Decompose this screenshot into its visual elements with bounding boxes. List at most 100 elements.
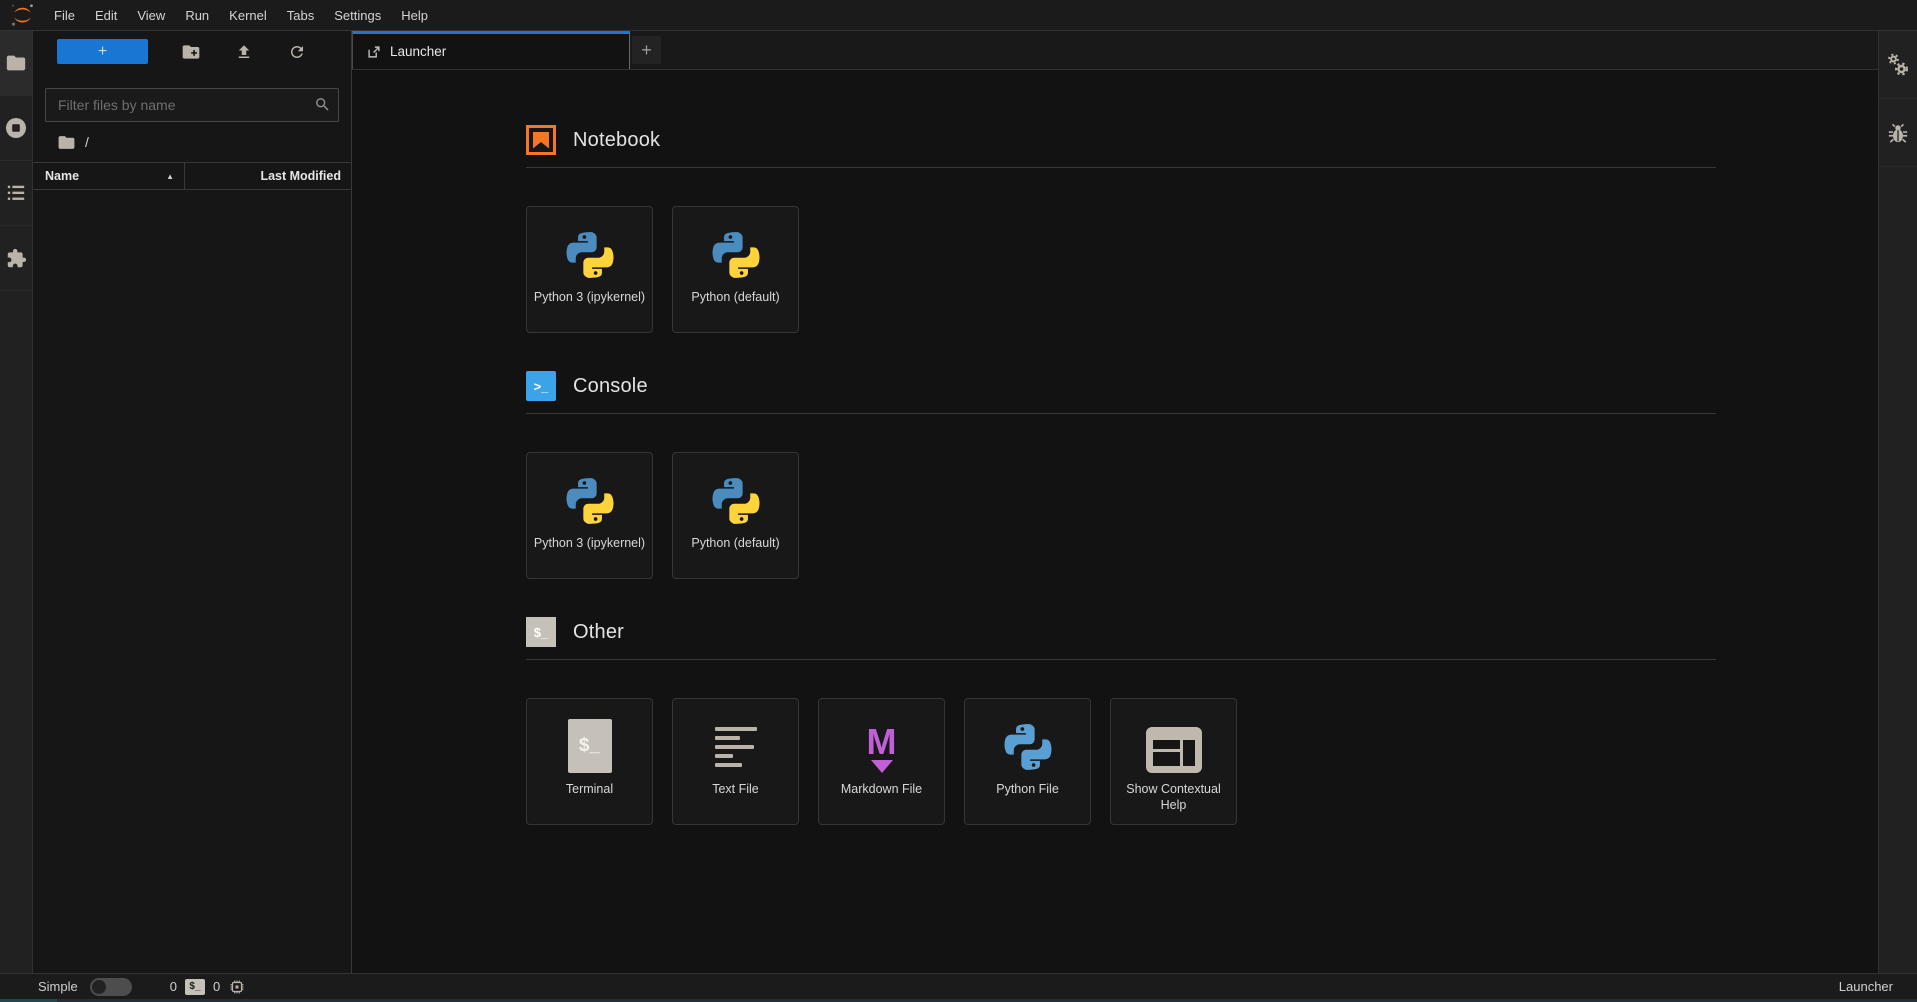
console-icon: >_ [526,371,556,401]
markdown-m-glyph: M [867,725,897,759]
new-folder-icon [181,42,201,62]
sidebar-tab-extensions[interactable] [0,226,32,291]
left-sidebar [0,31,33,973]
sidebar-tab-table-of-contents[interactable] [0,161,32,226]
menu-bar: File Edit View Run Kernel Tabs Settings … [0,0,1917,31]
simple-mode-control: Simple [38,978,132,996]
jupyterlab-window: File Edit View Run Kernel Tabs Settings … [0,0,1917,1002]
main-area: Launcher + Notebook [352,31,1878,973]
upload-icon [235,43,253,61]
launcher-card-text-file[interactable]: Text File [672,698,799,825]
launcher-card-show-contextual-help[interactable]: Show Contextual Help [1110,698,1237,825]
launcher-card-console-python-default[interactable]: Python (default) [672,452,799,579]
sidebar-tab-debugger[interactable] [1879,99,1917,167]
text-file-icon [715,699,757,773]
tab-bar: Launcher + [352,31,1878,70]
name-column-label: Name [45,169,79,183]
current-activity-label: Launcher [1839,979,1893,994]
card-row: Python 3 (ipykernel) Python (default) [526,452,1716,579]
kernel-status-counts[interactable]: 0 $_ 0 [170,978,246,996]
folder-icon [5,52,27,74]
contextual-help-icon [1146,699,1202,773]
card-label: Python (default) [685,535,785,551]
file-browser-toolbar: + [33,31,351,72]
launcher-card-python-file[interactable]: Python File [964,698,1091,825]
menu-run[interactable]: Run [175,0,219,31]
new-folder-button[interactable] [181,42,201,62]
launcher-card-markdown-file[interactable]: M Markdown File [818,698,945,825]
card-label: Terminal [560,781,619,797]
file-listing-empty[interactable] [33,190,351,973]
launcher-card-terminal[interactable]: $_ Terminal [526,698,653,825]
python-logo-icon [710,453,762,527]
section-header-console: >_ Console [526,371,1716,414]
launcher-section-other: $_ Other $_ Terminal [526,617,1716,825]
card-label: Python 3 (ipykernel) [528,535,651,551]
menu-settings[interactable]: Settings [324,0,391,31]
new-tab-button[interactable]: + [632,36,661,64]
terminal-glyph: $_ [579,735,600,757]
launcher-card-console-python3[interactable]: Python 3 (ipykernel) [526,452,653,579]
section-title: Console [573,375,648,398]
new-launcher-button[interactable]: + [57,39,148,64]
menu-view[interactable]: View [127,0,175,31]
terminal-glyph: $_ [534,625,548,640]
launcher-card-notebook-python-default[interactable]: Python (default) [672,206,799,333]
file-list-header: Name ▲ Last Modified [33,162,351,190]
launcher-panel: Notebook Python 3 (ipykernel) [352,70,1878,973]
terminal-icon: $_ [568,699,612,773]
sidebar-tab-file-browser[interactable] [0,31,32,96]
simple-mode-toggle[interactable] [90,978,132,996]
menu-tabs[interactable]: Tabs [277,0,324,31]
section-header-other: $_ Other [526,617,1716,660]
gears-icon [1886,51,1911,78]
column-header-name[interactable]: Name ▲ [33,163,185,189]
search-icon [314,96,331,113]
card-row: $_ Terminal Text File [526,698,1716,825]
section-title: Notebook [573,129,660,152]
card-label: Python (default) [685,289,785,305]
markdown-arrow [871,760,893,773]
card-row: Python 3 (ipykernel) Python (default) [526,206,1716,333]
console-glyph: >_ [534,379,549,394]
menu-edit[interactable]: Edit [85,0,127,31]
refresh-button[interactable] [287,42,307,62]
card-label: Python 3 (ipykernel) [528,289,651,305]
markdown-icon: M [867,699,897,773]
menu-help[interactable]: Help [391,0,438,31]
launcher-icon [366,44,382,60]
python-file-icon [1002,699,1054,773]
launcher-section-console: >_ Console Pyth [526,371,1716,579]
notebook-icon [526,125,556,155]
menu-file[interactable]: File [44,0,85,31]
upload-button[interactable] [234,42,254,62]
tab-launcher[interactable]: Launcher [352,31,630,69]
sidebar-tab-property-inspector[interactable] [1879,31,1917,99]
sidebar-tab-running-kernels[interactable] [0,96,32,161]
card-label: Python File [990,781,1065,797]
terminal-icon: $_ [526,617,556,647]
tab-launcher-label: Launcher [390,44,446,59]
launcher-section-notebook: Notebook Python 3 (ipykernel) [526,125,1716,333]
python-logo-icon [710,207,762,281]
simple-mode-label: Simple [38,979,78,994]
menu-kernel[interactable]: Kernel [219,0,277,31]
toggle-knob [92,980,106,994]
puzzle-icon [6,248,27,269]
kernel-chip-icon [228,978,246,996]
table-of-contents-icon [5,183,27,203]
home-folder-icon[interactable] [57,133,76,152]
column-header-last-modified[interactable]: Last Modified [185,169,351,183]
launcher-card-notebook-python3[interactable]: Python 3 (ipykernel) [526,206,653,333]
card-label: Markdown File [835,781,928,797]
filter-files-wrap [45,88,339,122]
python-logo-icon [564,453,616,527]
shell: + [0,31,1917,973]
right-sidebar [1878,31,1917,973]
jupyter-logo-icon [9,3,36,27]
filter-files-input[interactable] [45,88,339,122]
bug-icon [1887,121,1909,145]
sort-ascending-icon: ▲ [166,172,174,181]
breadcrumb-root[interactable]: / [85,134,89,150]
terminal-status-icon: $_ [185,979,205,995]
